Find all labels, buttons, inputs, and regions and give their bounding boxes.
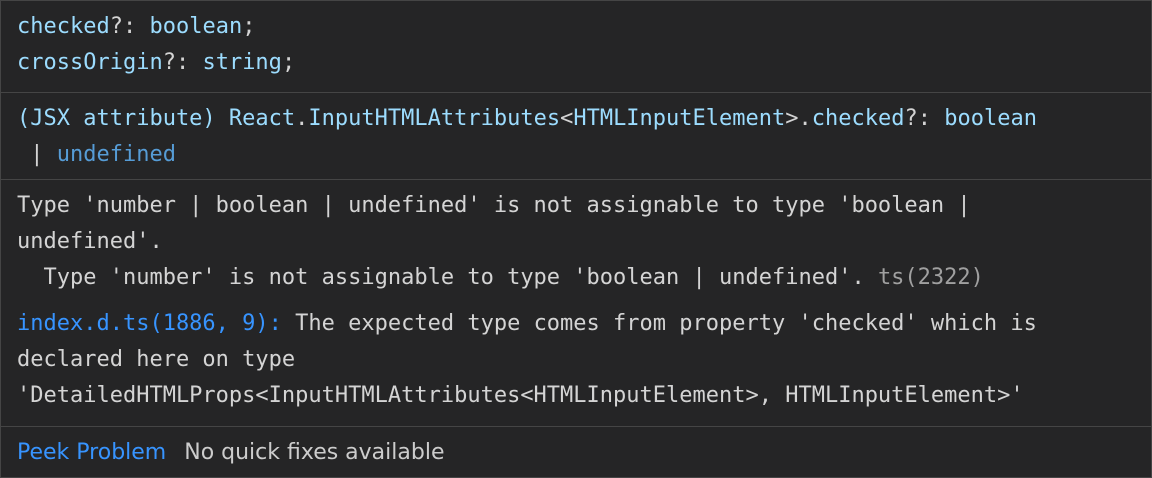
prop-name: crossOrigin <box>17 50 163 75</box>
related-text: The expected type comes from property 'c… <box>281 311 1037 336</box>
diagnostic-line-1: Type 'number | boolean | undefined' is n… <box>17 193 971 218</box>
signature-lt: < <box>560 106 574 131</box>
related-location-link[interactable]: index.d.ts(1886, 9): <box>17 311 282 336</box>
diagnostic-detail: Type 'number' is not assignable to type … <box>17 265 878 290</box>
signature-namespace: React <box>228 106 296 131</box>
signature-dot: . <box>798 106 812 131</box>
signature-pipe: | <box>17 142 57 167</box>
hover-status-bar: Peek Problem No quick fixes available <box>1 427 1151 477</box>
signature-dot: . <box>295 106 309 131</box>
diagnostic-code: ts(2322) <box>877 265 984 290</box>
diagnostic-line-3: Type 'number' is not assignable to type … <box>17 260 1151 296</box>
type-signature: (JSX attribute) React.InputHTMLAttribute… <box>1 93 1151 180</box>
prop-name: checked <box>17 14 110 39</box>
prop-punct: ?: <box>162 50 203 75</box>
peek-problem-link[interactable]: Peek Problem <box>17 440 166 465</box>
hover-widget: checked?: boolean; crossOrigin?: string;… <box>0 0 1152 478</box>
code-line-crossorigin: crossOrigin?: string; <box>17 45 1151 81</box>
related-info-line-1: index.d.ts(1886, 9): The expected type c… <box>17 306 1151 342</box>
signature-type: boolean <box>944 106 1037 131</box>
signature-line-2: | undefined <box>17 137 1151 173</box>
signature-undefined: undefined <box>56 142 176 167</box>
prop-end: ; <box>281 50 296 75</box>
prop-end: ; <box>242 14 256 39</box>
diagnostic-line-2: undefined'. <box>17 229 163 254</box>
signature-gt: > <box>785 106 799 131</box>
code-line-checked: checked?: boolean; <box>17 9 1151 45</box>
code-preview: checked?: boolean; crossOrigin?: string; <box>1 1 1151 93</box>
no-quick-fixes-label: No quick fixes available <box>184 439 445 465</box>
signature-interface: InputHTMLAttributes <box>308 106 561 131</box>
prop-type: boolean <box>149 14 243 39</box>
related-info-line-2: declared here on type <box>17 347 296 372</box>
signature-line-1: (JSX attribute) React.InputHTMLAttribute… <box>17 101 1151 137</box>
prop-type: string <box>202 50 282 75</box>
related-info-line-3: 'DetailedHTMLProps<InputHTMLAttributes<H… <box>17 383 1024 408</box>
signature-prop: checked <box>811 106 905 131</box>
signature-prefix: (JSX attribute) <box>17 106 229 131</box>
signature-punct: ?: <box>904 106 945 131</box>
prop-punct: ?: <box>109 14 150 39</box>
signature-generic: HTMLInputElement <box>573 106 786 131</box>
diagnostic-message: Type 'number | boolean | undefined' is n… <box>1 180 1151 427</box>
